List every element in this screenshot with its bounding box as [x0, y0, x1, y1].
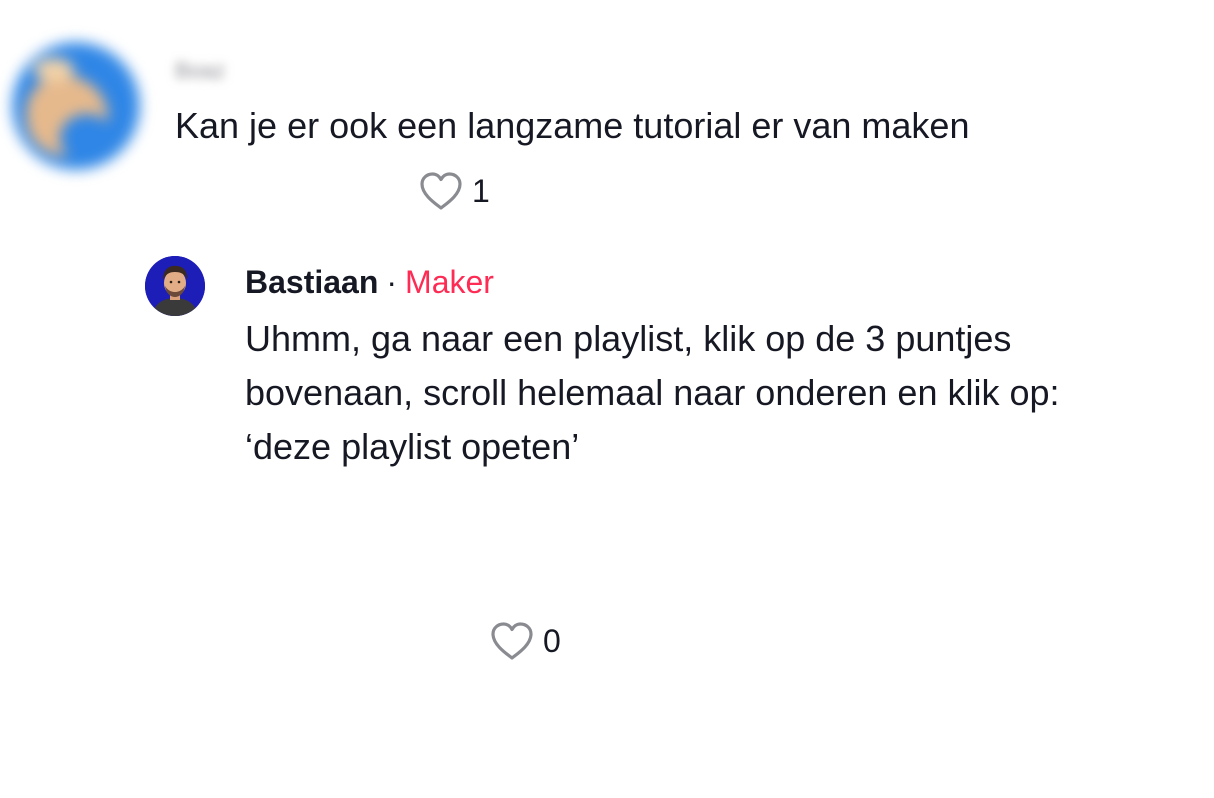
- heart-outline-icon[interactable]: [489, 620, 535, 662]
- separator-dot: ·: [386, 264, 398, 300]
- reply-text-line: ‘deze playlist opeten’: [245, 426, 580, 467]
- heart-outline-icon[interactable]: [418, 170, 464, 212]
- creator-badge: Maker: [405, 264, 494, 300]
- reply-avatar[interactable]: [145, 256, 205, 316]
- avatar[interactable]: [12, 42, 140, 170]
- reply-header: Bastiaan · Maker: [245, 262, 494, 302]
- reply-username[interactable]: Bastiaan: [245, 264, 378, 300]
- reply-text-line: Uhmm, ga naar een playlist, klik op de 3…: [245, 318, 1012, 359]
- comment-text: Kan je er ook een langzame tutorial er v…: [175, 105, 970, 146]
- reply-text: Uhmm, ga naar een playlist, klik op de 3…: [245, 312, 1205, 474]
- reply-like-button[interactable]: 0: [489, 484, 1214, 798]
- like-button[interactable]: 1: [418, 170, 490, 212]
- like-count: 0: [543, 623, 561, 659]
- comment-username[interactable]: Boaz: [175, 60, 255, 82]
- reply-text-line: bovenaan, scroll helemaal naar onderen e…: [245, 372, 1060, 413]
- like-count: 1: [472, 173, 490, 209]
- comment: Boaz Kan je er ook een langzame tutorial…: [0, 0, 1214, 230]
